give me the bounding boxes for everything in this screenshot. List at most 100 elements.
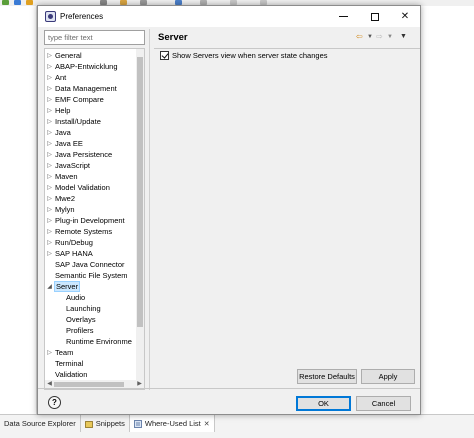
tree-item-label: JavaScript — [55, 161, 91, 170]
collapsed-arrow-icon[interactable]: ▷ — [45, 162, 54, 169]
collapsed-arrow-icon[interactable]: ▷ — [45, 217, 54, 224]
expanded-arrow-icon[interactable]: ◢ — [45, 283, 54, 290]
collapsed-arrow-icon[interactable]: ▷ — [45, 250, 54, 257]
filter-input[interactable] — [44, 30, 145, 45]
collapsed-arrow-icon[interactable]: ▷ — [45, 96, 54, 103]
show-servers-view-checkbox[interactable] — [160, 51, 169, 60]
back-arrow-icon[interactable]: ⇦ — [356, 32, 363, 41]
panel-sash[interactable] — [149, 29, 150, 390]
close-button[interactable]: ✕ — [390, 6, 420, 27]
tree-item[interactable]: Runtime Environme — [45, 336, 139, 347]
tree-item[interactable]: Audio — [45, 292, 139, 303]
ide-editor-right — [421, 6, 474, 414]
tree-item[interactable]: ▷ Plug-in Development — [45, 215, 139, 226]
tree-item[interactable]: ▷ Model Validation — [45, 182, 139, 193]
cancel-button[interactable]: Cancel — [356, 396, 411, 411]
view-tab-label: Data Source Explorer — [4, 419, 76, 428]
collapsed-arrow-icon[interactable]: ▷ — [45, 129, 54, 136]
apply-button[interactable]: Apply — [361, 369, 415, 384]
tree-item-label: Model Validation — [55, 183, 110, 192]
tree-item[interactable]: ▷ Maven — [45, 171, 139, 182]
tree-item-label: Terminal — [55, 359, 84, 368]
collapsed-arrow-icon[interactable]: ▷ — [45, 140, 54, 147]
tree-item-label: Launching — [66, 304, 101, 313]
view-tab-label: Where-Used List — [144, 419, 201, 428]
ide-view-tabs: Data Source Explorer Snippets Where-Used… — [0, 415, 215, 432]
tree-item[interactable]: ▷ EMF Compare — [45, 94, 139, 105]
tree-item[interactable]: ▷ Data Management — [45, 83, 139, 94]
ok-button[interactable]: OK — [296, 396, 351, 411]
help-icon[interactable]: ? — [48, 396, 61, 409]
tree-item-label: SAP HANA — [55, 249, 93, 258]
tree-item[interactable]: Validation — [45, 369, 139, 380]
restore-defaults-button[interactable]: Restore Defaults — [297, 369, 357, 384]
tab-where-used-list[interactable]: Where-Used List ✕ — [129, 415, 215, 432]
tree-item[interactable]: ▷ Remote Systems — [45, 226, 139, 237]
collapsed-arrow-icon[interactable]: ▷ — [45, 52, 54, 59]
tree-item[interactable]: SAP Java Connector — [45, 259, 139, 270]
collapsed-arrow-icon[interactable]: ▷ — [45, 349, 54, 356]
tree-item-label: Remote Systems — [55, 227, 113, 236]
collapsed-arrow-icon[interactable]: ▷ — [45, 63, 54, 70]
tree-item[interactable]: ▷ Java — [45, 127, 139, 138]
preference-tree[interactable]: ▷ General ▷ ABAP-Entwicklung ▷ Ant ▷ Data Manag… — [44, 48, 145, 390]
toolbar-icon[interactable] — [26, 0, 33, 5]
tree-item[interactable]: ▷ Help — [45, 105, 139, 116]
forward-dropdown-icon[interactable]: ▼ — [387, 34, 393, 40]
vertical-scrollbar[interactable] — [136, 49, 144, 381]
tree-item[interactable]: ▷ SAP HANA — [45, 248, 139, 259]
collapsed-arrow-icon[interactable]: ▷ — [45, 206, 54, 213]
title-bar[interactable]: Preferences ✕ — [38, 6, 420, 27]
tab-snippets[interactable]: Snippets — [81, 415, 130, 432]
tree-item[interactable]: ▷ Install/Update — [45, 116, 139, 127]
collapsed-arrow-icon[interactable]: ▷ — [45, 239, 54, 246]
page-title: Server — [158, 32, 188, 43]
tree-item[interactable]: Launching — [45, 303, 139, 314]
tree-item[interactable]: Semantic File System — [45, 270, 139, 281]
tree-item-label: Java — [55, 128, 71, 137]
tab-data-source-explorer[interactable]: Data Source Explorer — [0, 415, 81, 432]
tree-item-label: Semantic File System — [55, 271, 128, 280]
horizontal-scroll-thumb[interactable] — [54, 382, 124, 387]
collapsed-arrow-icon[interactable]: ▷ — [45, 173, 54, 180]
tree-item[interactable]: Overlays — [45, 314, 139, 325]
collapsed-arrow-icon[interactable]: ▷ — [45, 195, 54, 202]
tree-item[interactable]: ▷ Java EE — [45, 138, 139, 149]
view-menu-icon[interactable]: ▼ — [400, 33, 407, 40]
collapsed-arrow-icon[interactable]: ▷ — [45, 118, 54, 125]
tree-item[interactable]: ▷ General — [45, 50, 139, 61]
collapsed-arrow-icon[interactable]: ▷ — [45, 107, 54, 114]
maximize-icon — [371, 12, 379, 21]
collapsed-arrow-icon[interactable]: ▷ — [45, 85, 54, 92]
minimize-button[interactable] — [328, 6, 358, 27]
tree-item-label: Help — [55, 106, 71, 115]
tree-item[interactable]: ▷ Mylyn — [45, 204, 139, 215]
tree-item[interactable]: Profilers — [45, 325, 139, 336]
tree-item[interactable]: ▷ Ant — [45, 72, 139, 83]
tree-item[interactable]: ▷ JavaScript — [45, 160, 139, 171]
tree-item-label: Install/Update — [55, 117, 101, 126]
collapsed-arrow-icon[interactable]: ▷ — [45, 74, 54, 81]
toolbar-icon[interactable] — [14, 0, 21, 5]
tree-item[interactable]: ▷ Java Persistence — [45, 149, 139, 160]
forward-arrow-icon[interactable]: ⇨ — [376, 32, 383, 41]
tree-item-label: General — [55, 51, 82, 60]
collapsed-arrow-icon[interactable]: ▷ — [45, 184, 54, 191]
collapsed-arrow-icon[interactable]: ▷ — [45, 228, 54, 235]
close-icon[interactable]: ✕ — [204, 420, 210, 428]
tree-item[interactable]: ▷ Run/Debug — [45, 237, 139, 248]
vertical-scroll-thumb[interactable] — [137, 57, 143, 327]
tree-item[interactable]: ▷ Team — [45, 347, 139, 358]
maximize-button[interactable] — [360, 6, 390, 27]
tree-item-label: Profilers — [66, 326, 94, 335]
tree-item[interactable]: ◢ Server — [45, 281, 139, 292]
back-dropdown-icon[interactable]: ▼ — [367, 34, 373, 40]
tree-item[interactable]: Terminal — [45, 358, 139, 369]
toolbar-icon[interactable] — [2, 0, 9, 5]
tree-item-label: EMF Compare — [55, 95, 104, 104]
collapsed-arrow-icon[interactable]: ▷ — [45, 151, 54, 158]
show-servers-view-option[interactable]: Show Servers view when server state chan… — [160, 51, 328, 60]
tree-item[interactable]: ▷ Mwe2 — [45, 193, 139, 204]
tree-item[interactable]: ▷ ABAP-Entwicklung — [45, 61, 139, 72]
tree-item-label: Mwe2 — [55, 194, 76, 203]
